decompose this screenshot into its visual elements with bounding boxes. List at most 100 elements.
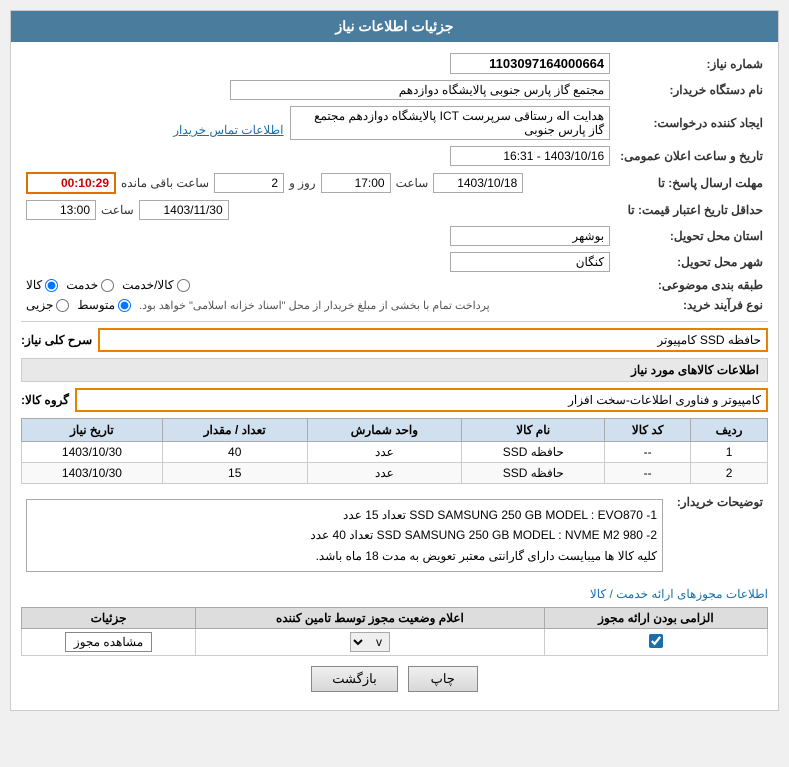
tarikh-display: 1403/10/16 - 16:31: [450, 146, 610, 166]
tabaqe-khedmat-label: خدمت: [66, 278, 98, 292]
sarh-koli-label: سرح کلی نیاز:: [21, 333, 92, 347]
destgah-label: نام دستگاه خریدار:: [615, 77, 768, 103]
section-kala-title: اطلاعات کالاهای مورد نیاز: [21, 358, 768, 382]
hadaqal-date-display: 1403/11/30: [139, 200, 229, 220]
contact-link[interactable]: اطلاعات تماس خریدار: [173, 123, 283, 137]
nooe-jozi-radio[interactable]: [56, 299, 69, 312]
tabaqe-kala-label: کالا: [26, 278, 42, 292]
mohlat-rooz-label: روز و: [289, 176, 316, 190]
hadaqal-label: حداقل تاریخ اعتبار قیمت: تا: [615, 197, 768, 223]
tabaqe-kk-label: کالا/خدمت: [122, 278, 173, 292]
bazgasht-button[interactable]: بازگشت: [311, 666, 397, 692]
page-header: جزئیات اطلاعات نیاز: [11, 11, 778, 42]
tabaqe-kk-radio[interactable]: [177, 279, 190, 292]
ealam-cell: v: [196, 629, 545, 656]
cell-tedad: 15: [162, 463, 307, 484]
table-row: 2--حافظه SSDعدد151403/10/30: [22, 463, 768, 484]
shomara-value: 1103097164000664: [21, 50, 615, 77]
col-tedad: تعداد / مقدار: [162, 419, 307, 442]
col-vahed: واحد شمارش: [307, 419, 462, 442]
sub-col-elzami: الزامی بودن ارائه مجوز: [544, 608, 767, 629]
cell-tedad: 40: [162, 442, 307, 463]
cell-tarikh: 1403/10/30: [22, 442, 163, 463]
shahr-display: کنگان: [450, 252, 610, 272]
button-row: چاپ بازگشت: [21, 666, 768, 692]
notes-box: 1- SSD SAMSUNG 250 GB MODEL : EVO870 تعد…: [26, 499, 663, 572]
tabaqe-kala-item[interactable]: کالا: [26, 278, 58, 292]
nooe-label: نوع فرآیند خرید:: [615, 295, 768, 315]
notes-label: توضیحات خریدار:: [668, 490, 768, 581]
main-form-table: شماره نیاز: 1103097164000664 نام دستگاه …: [21, 50, 768, 315]
cell-vahed: عدد: [307, 463, 462, 484]
cell-radif: 2: [691, 463, 768, 484]
shahr-label: شهر محل تحویل:: [615, 249, 768, 275]
tabaqe-label: طبقه بندی موضوعی:: [615, 275, 768, 295]
mohlat-mande-display: 00:10:29: [26, 172, 116, 194]
cell-tarikh: 1403/10/30: [22, 463, 163, 484]
cell-vahed: عدد: [307, 442, 462, 463]
chap-button[interactable]: چاپ: [408, 666, 478, 692]
tarikh-value: 1403/10/16 - 16:31: [21, 143, 615, 169]
sub-col-ealam: اعلام وضعیت مجوز توسط تامین کننده: [196, 608, 545, 629]
cell-kod: --: [605, 463, 691, 484]
nooe-note: پرداخت تمام با بخشی از مبلغ خریدار از مح…: [139, 299, 490, 312]
elzami-cell: [544, 629, 767, 656]
sarh-koli-input[interactable]: [98, 328, 768, 352]
shomara-label: شماره نیاز:: [615, 50, 768, 77]
sub-col-jaziat: جزئیات: [22, 608, 196, 629]
jaziat-button[interactable]: مشاهده مجوز: [65, 632, 152, 652]
tarikh-label: تاریخ و ساعت اعلان عمومی:: [615, 143, 768, 169]
kala-table: ردیف کد کالا نام کالا واحد شمارش تعداد /…: [21, 418, 768, 484]
cell-radif: 1: [691, 442, 768, 463]
group-kala-input[interactable]: [75, 388, 768, 412]
cell-name: حافظه SSD: [462, 442, 605, 463]
page-title: جزئیات اطلاعات نیاز: [335, 18, 453, 34]
tabaqe-value: کالا خدمت کالا/خدمت: [21, 275, 615, 295]
hadaqal-saat-label: ساعت: [101, 203, 134, 217]
mohlat-rooz-display: 2: [214, 173, 284, 193]
col-radif: ردیف: [691, 419, 768, 442]
tabaqe-kk-item[interactable]: کالا/خدمت: [122, 278, 189, 292]
mohlat-saat-label: ساعت: [396, 176, 429, 190]
mojoz-table: الزامی بودن ارائه مجوز اعلام وضعیت مجوز …: [21, 607, 768, 656]
mohlat-value: 00:10:29 ساعت باقی مانده 2 روز و 17:00 س…: [21, 169, 615, 197]
tabaqe-khedmat-radio[interactable]: [101, 279, 114, 292]
ostan-display: بوشهر: [450, 226, 610, 246]
nooe-motavasst-item[interactable]: متوسط: [77, 298, 131, 312]
destgah-value: مجتمع گاز پارس جنوبی پالایشگاه دوازدهم: [21, 77, 615, 103]
creator-value: هدایت اله رستاقی سرپرست ICT پالایشگاه دو…: [21, 103, 615, 143]
nooe-motavasst-radio[interactable]: [118, 299, 131, 312]
hadaqal-saat-display: 13:00: [26, 200, 96, 220]
shahr-value: کنگان: [21, 249, 615, 275]
nooe-value: جزیی متوسط پرداخت تمام با بخشی از مبلغ خ…: [21, 295, 615, 315]
table-row: v مشاهده مجوز: [22, 629, 768, 656]
nooe-motavasst-label: متوسط: [77, 298, 115, 312]
divider-1: [21, 321, 768, 322]
notes-value: 1- SSD SAMSUNG 250 GB MODEL : EVO870 تعد…: [21, 490, 668, 581]
col-kod: کد کالا: [605, 419, 691, 442]
table-row: 1--حافظه SSDعدد401403/10/30: [22, 442, 768, 463]
col-tarikh: تاریخ نیاز: [22, 419, 163, 442]
creator-label: ایجاد کننده درخواست:: [615, 103, 768, 143]
mohlat-date-display: 1403/10/18: [433, 173, 523, 193]
col-name: نام کالا: [462, 419, 605, 442]
ostan-label: استان محل تحویل:: [615, 223, 768, 249]
ostan-value: بوشهر: [21, 223, 615, 249]
sarh-koli-row: سرح کلی نیاز:: [21, 328, 768, 352]
ealam-select[interactable]: v: [350, 632, 390, 652]
tabaqe-khedmat-item[interactable]: خدمت: [66, 278, 114, 292]
cell-kod: --: [605, 442, 691, 463]
tabaqe-kala-radio[interactable]: [45, 279, 58, 292]
mojoz-link[interactable]: اطلاعات مجوزهای ارائه خدمت / کالا: [590, 587, 768, 601]
elzami-checkbox[interactable]: [649, 634, 663, 648]
notes-table: توضیحات خریدار: 1- SSD SAMSUNG 250 GB MO…: [21, 490, 768, 581]
group-kala-label: گروه کالا:: [21, 393, 69, 407]
nooe-jozi-item[interactable]: جزیی: [26, 298, 69, 312]
hadaqal-value: 13:00 ساعت 1403/11/30: [21, 197, 615, 223]
mohlat-label: مهلت ارسال پاسخ: تا: [615, 169, 768, 197]
cell-name: حافظه SSD: [462, 463, 605, 484]
page-container: جزئیات اطلاعات نیاز شماره نیاز: 11030971…: [10, 10, 779, 711]
mohlat-saat-display: 17:00: [321, 173, 391, 193]
shomara-display: 1103097164000664: [450, 53, 610, 74]
mohlat-mande-label: ساعت باقی مانده: [121, 176, 209, 190]
